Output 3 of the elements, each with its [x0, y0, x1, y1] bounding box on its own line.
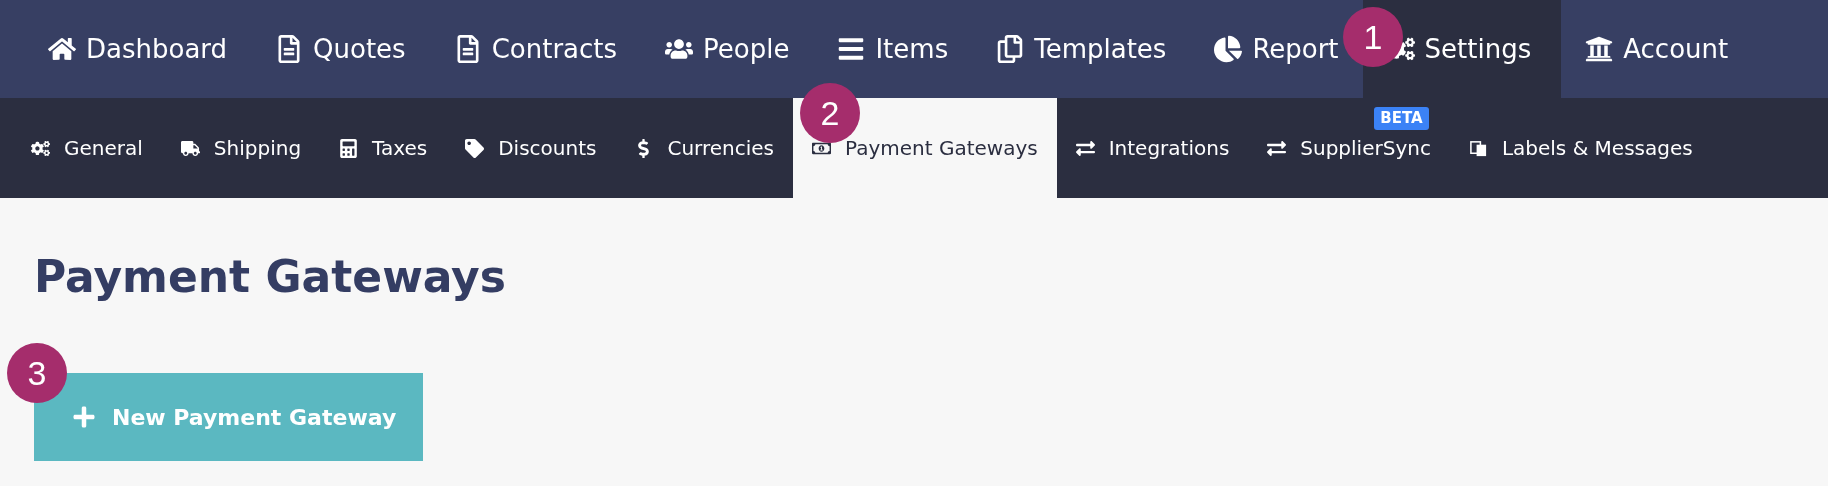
beta-badge: BETA: [1374, 107, 1429, 130]
page-title: Payment Gateways: [34, 250, 506, 304]
callout-tooltip: 3: [7, 343, 67, 403]
